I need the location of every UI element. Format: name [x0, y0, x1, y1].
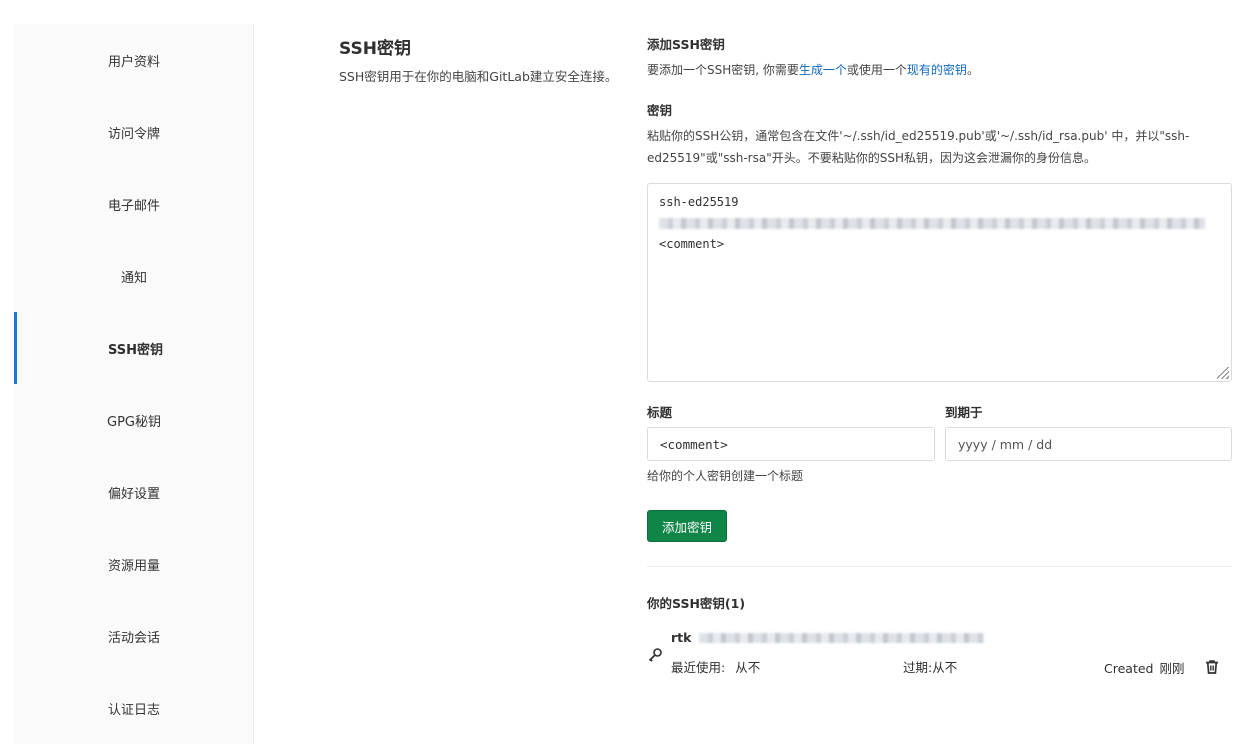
key-icon — [645, 645, 665, 665]
sidebar-item-gpg-keys[interactable]: GPG秘钥 — [14, 384, 254, 456]
key-field-label: 密钥 — [647, 103, 673, 118]
instructions-prefix: 要添加一个SSH密钥, 你需要 — [647, 63, 799, 77]
created-label: Created — [1104, 661, 1154, 676]
created-value: 刚刚 — [1159, 661, 1185, 676]
instructions-suffix: 。 — [966, 63, 979, 77]
last-used-info: 最近使用: 从不 — [671, 657, 760, 676]
last-used-value: 从不 — [735, 660, 761, 675]
sidebar-item-label: GPG秘钥 — [107, 414, 161, 430]
key-line-redacted — [659, 213, 1220, 234]
page-title: SSH密钥 — [339, 39, 411, 59]
last-used-label: 最近使用: — [671, 660, 726, 675]
key-line-comment: <comment> — [659, 237, 725, 251]
sidebar-item-ssh-keys[interactable]: SSH密钥 — [14, 312, 254, 384]
existing-key-link[interactable]: 现有的密钥 — [907, 63, 967, 77]
instructions-middle: 或使用一个 — [846, 63, 907, 77]
sidebar-item-label: SSH密钥 — [107, 342, 164, 358]
page-description: SSH密钥用于在你的电脑和GitLab建立安全连接。 — [339, 69, 618, 84]
key-title-row: rtk — [671, 630, 985, 645]
section-divider — [647, 566, 1232, 567]
key-line-type: ssh-ed25519 — [659, 195, 739, 209]
settings-sidebar: 用户资料 访问令牌 电子邮件 通知 SSH密钥 GPG秘钥 偏好设置 资源用量 … — [14, 24, 254, 744]
sidebar-item-label: 偏好设置 — [107, 486, 160, 502]
sidebar-item-label: 用户资料 — [107, 54, 160, 70]
sidebar-item-label: 认证日志 — [107, 702, 160, 718]
created-info: Created 刚刚 — [1104, 658, 1184, 677]
expires-info: 过期:从不 — [903, 657, 957, 676]
sidebar-item-profile[interactable]: 用户资料 — [14, 24, 254, 96]
keys-list-heading: 你的SSH密钥(1) — [647, 596, 746, 611]
trash-icon[interactable] — [1200, 655, 1224, 679]
title-input[interactable]: <comment> — [647, 427, 935, 461]
sidebar-item-label: 电子邮件 — [107, 198, 160, 214]
add-key-button[interactable]: 添加密钥 — [647, 510, 727, 542]
expires-date-input[interactable]: yyyy / mm / dd — [945, 427, 1232, 461]
sidebar-item-preferences[interactable]: 偏好设置 — [14, 456, 254, 528]
title-field-label: 标题 — [647, 405, 673, 420]
add-key-heading: 添加SSH密钥 — [647, 37, 725, 52]
sidebar-item-label: 活动会话 — [107, 630, 160, 646]
sidebar-item-usage-quotas[interactable]: 资源用量 — [14, 528, 254, 600]
key-textarea[interactable]: ssh-ed25519 <comment> — [647, 183, 1232, 382]
expires-value: 从不 — [932, 660, 958, 675]
generate-key-link[interactable]: 生成一个 — [799, 63, 847, 77]
sidebar-item-notifications[interactable]: 通知 — [14, 240, 254, 312]
sidebar-item-emails[interactable]: 电子邮件 — [14, 168, 254, 240]
key-name-link[interactable]: rtk — [671, 630, 691, 645]
sidebar-item-label: 资源用量 — [107, 558, 160, 574]
add-key-button-label: 添加密钥 — [661, 519, 712, 535]
expires-input-placeholder: yyyy / mm / dd — [958, 436, 1053, 452]
sidebar-item-access-tokens[interactable]: 访问令牌 — [14, 96, 254, 168]
sidebar-item-label: 通知 — [120, 270, 147, 286]
sidebar-item-auth-log[interactable]: 认证日志 — [14, 672, 254, 744]
key-field-help: 粘贴你的SSH公钥，通常包含在文件'~/.ssh/id_ed25519.pub'… — [647, 129, 1190, 165]
resize-grip-icon[interactable] — [1217, 367, 1229, 379]
add-key-instructions: 要添加一个SSH密钥, 你需要生成一个或使用一个现有的密钥。 — [647, 59, 1232, 81]
redacted-key-blur — [659, 218, 1205, 229]
redacted-fingerprint-blur — [699, 632, 985, 643]
sidebar-item-label: 访问令牌 — [107, 126, 160, 142]
expires-field-label: 到期于 — [945, 405, 983, 420]
title-field-help: 给你的个人密钥创建一个标题 — [647, 469, 804, 483]
title-input-value: <comment> — [660, 436, 728, 452]
sidebar-item-active-sessions[interactable]: 活动会话 — [14, 600, 254, 672]
expires-label: 过期: — [903, 660, 933, 675]
